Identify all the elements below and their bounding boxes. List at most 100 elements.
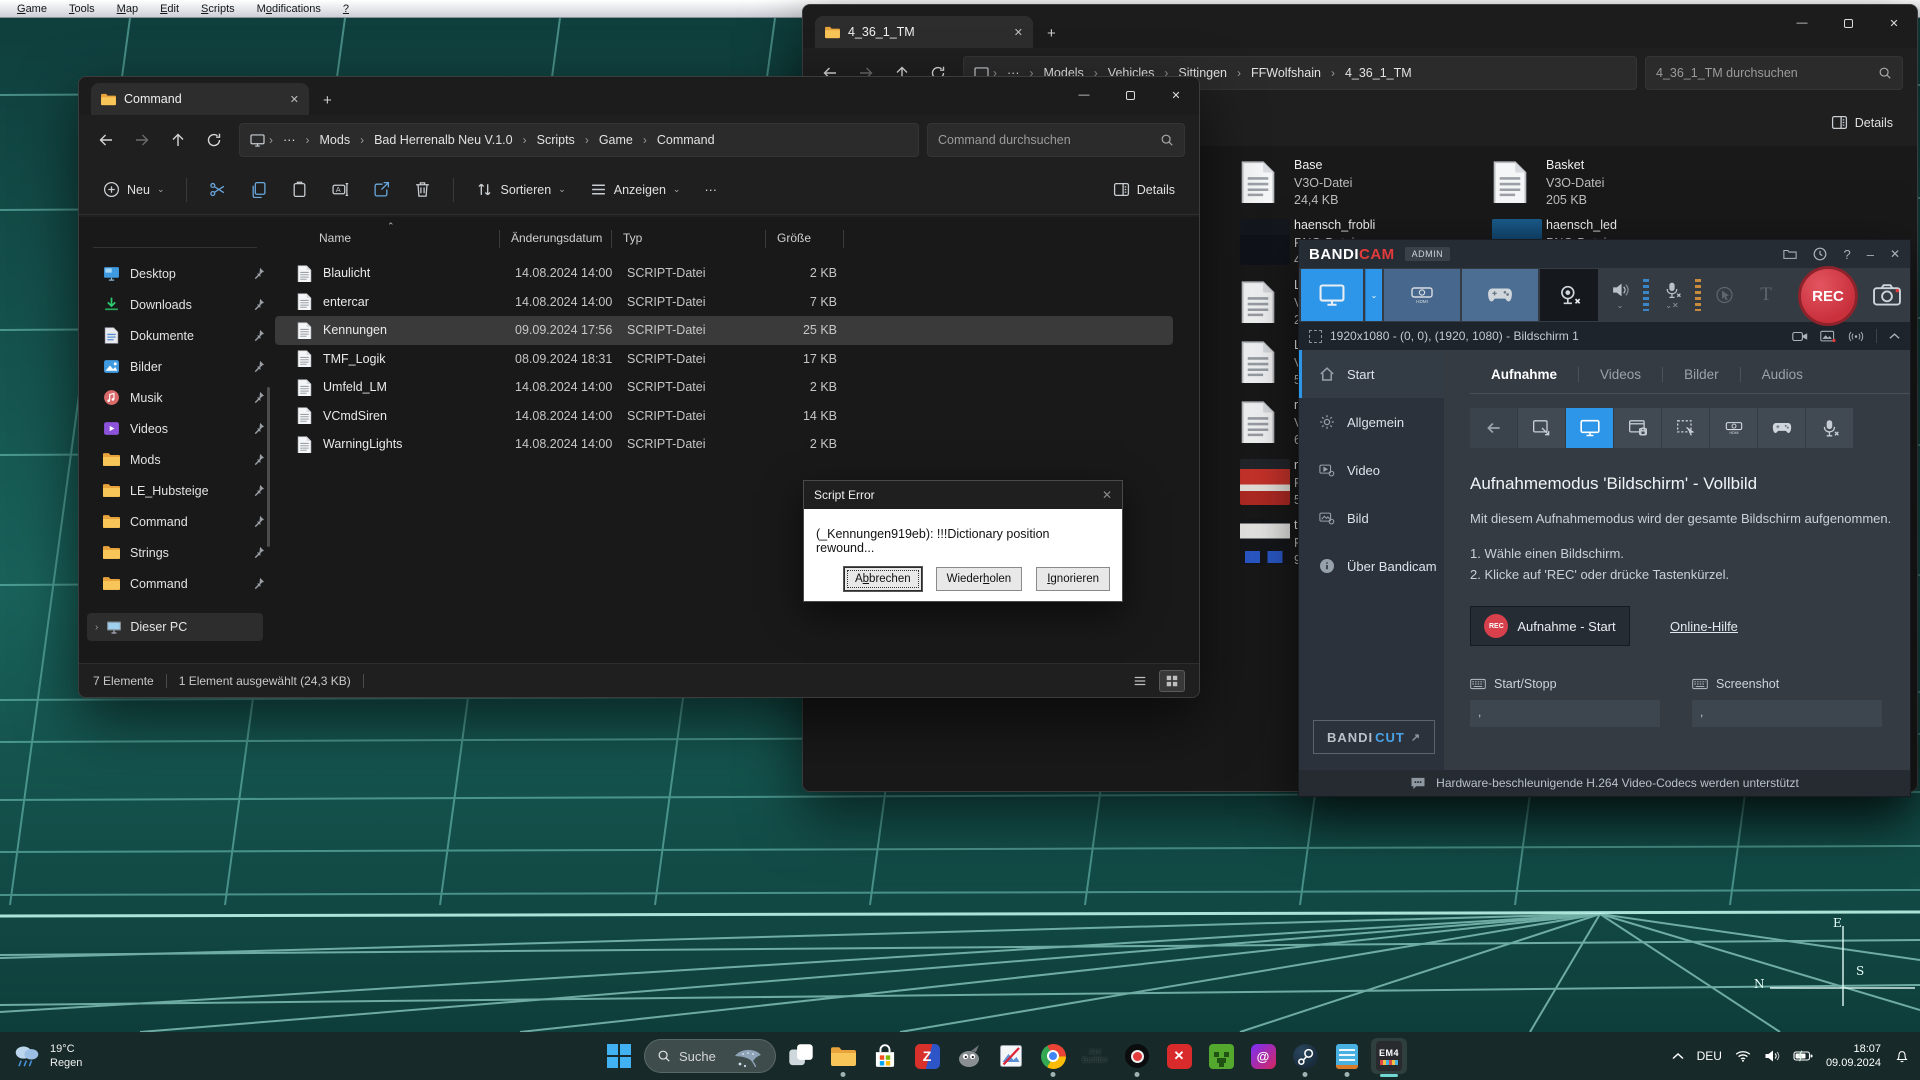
hotkey-start-stop-field[interactable]: , (1470, 700, 1660, 727)
column-size[interactable]: Größe (777, 231, 811, 245)
taskbar-icon-ani-builder[interactable]: Ani Builder (1074, 1033, 1116, 1079)
menu-item-4[interactable]: Scripts (190, 3, 246, 15)
file-row-VCmdSiren[interactable]: VCmdSiren14.08.2024 14:00SCRIPT-Datei14 … (275, 402, 1173, 431)
screenshot-button[interactable] (1872, 282, 1902, 308)
bandicut-button[interactable]: BANDICUT↗ (1313, 720, 1435, 754)
file-row-TMF_Logik[interactable]: TMF_Logik08.09.2024 18:31SCRIPT-Datei17 … (275, 345, 1173, 374)
file-row-entercar[interactable]: entercar14.08.2024 14:00SCRIPT-Datei7 KB (275, 288, 1173, 317)
notification-bell-icon[interactable] (1894, 1049, 1910, 1063)
file-row-WarningLights[interactable]: WarningLights14.08.2024 14:00SCRIPT-Date… (275, 430, 1173, 459)
file-row-Umfeld_LM[interactable]: Umfeld_LM14.08.2024 14:00SCRIPT-Datei2 K… (275, 373, 1173, 402)
new-button[interactable]: Neu⌄ (93, 173, 174, 207)
sidebar-item-desktop[interactable]: Desktop (79, 258, 271, 289)
close-icon[interactable]: ✕ (1890, 247, 1900, 261)
forward-button[interactable] (125, 124, 159, 156)
taskbar-icon-notepad[interactable] (1326, 1033, 1368, 1079)
breadcrumb-item[interactable]: Mods (314, 131, 357, 149)
battery-icon[interactable] (1793, 1050, 1813, 1062)
cmd-search-box[interactable] (927, 123, 1185, 157)
window-capture-button[interactable] (1614, 408, 1661, 448)
bandicam-tab-aufnahme[interactable]: Aufnahme (1470, 367, 1578, 382)
maximize-button[interactable] (1825, 5, 1871, 41)
sidebar-item-dokumente[interactable]: Dokumente (79, 320, 271, 351)
back-button[interactable] (89, 124, 123, 156)
volume-icon[interactable] (1764, 1049, 1780, 1063)
game-record-mode-button[interactable] (1462, 269, 1538, 321)
fullscreen-monitor-button[interactable] (1566, 408, 1613, 448)
refresh-button[interactable] (197, 124, 231, 156)
text-overlay-button[interactable]: T (1746, 269, 1786, 321)
details-button[interactable]: Details (1821, 106, 1903, 140)
image-capture-icon[interactable] (1820, 330, 1836, 343)
menu-item-0[interactable]: Game (6, 3, 58, 15)
paste-button[interactable] (281, 173, 318, 207)
explorer-window-command[interactable]: Command ✕ + — ✕ ›···›Mods›Bad Herrenalb … (78, 76, 1200, 698)
taskbar-icon-z-photo-app[interactable]: Z (906, 1033, 948, 1079)
wifi-icon[interactable] (1735, 1049, 1751, 1063)
tm-search-box[interactable] (1645, 56, 1903, 90)
close-button[interactable]: ✕ (1871, 5, 1917, 41)
bandicam-tab-audios[interactable]: Audios (1741, 367, 1824, 382)
rec-button[interactable]: REC (1798, 266, 1858, 326)
video-capture-icon[interactable] (1792, 330, 1808, 343)
region-cursor-button[interactable] (1662, 408, 1709, 448)
cmd-tab[interactable]: Command ✕ (91, 83, 309, 115)
mouse-effect-button[interactable] (1704, 269, 1744, 321)
new-tab-button[interactable]: + (1047, 25, 1056, 42)
tile-Base[interactable]: BaseV3O-Datei24,4 KB (1240, 155, 1490, 215)
tab-close-icon[interactable]: ✕ (1014, 26, 1023, 39)
weather-widget[interactable]: 19°C Regen (12, 1032, 82, 1080)
online-help-link[interactable]: Online-Hilfe (1670, 619, 1738, 634)
sidebar-item-mods[interactable]: Mods (79, 444, 271, 475)
taskbar-search[interactable] (644, 1039, 776, 1073)
up-button[interactable] (161, 124, 195, 156)
tray-overflow-icon[interactable] (1672, 1052, 1684, 1060)
taskbar-icon-community-app[interactable]: @ (1242, 1033, 1284, 1079)
sidebar-item-musik[interactable]: Musik (79, 382, 271, 413)
share-button[interactable] (363, 173, 400, 207)
maximize-button[interactable] (1107, 77, 1153, 113)
breadcrumb-item[interactable]: 4_36_1_TM (1339, 64, 1418, 82)
tm-search-input[interactable] (1656, 66, 1878, 80)
more-button[interactable]: ··· (694, 173, 727, 207)
details-button[interactable]: Details (1103, 173, 1185, 207)
menu-item-2[interactable]: Map (106, 3, 149, 15)
taskbar-icon-minecraft[interactable] (1200, 1033, 1242, 1079)
bandicam-window[interactable]: BANDICAM ADMIN ? – ✕ ⌄ HDMI ⌄ ⌄✕ T REC (1298, 239, 1911, 797)
taskbar-icon-close-x-app[interactable]: ✕ (1158, 1033, 1200, 1079)
breadcrumb-item[interactable]: Game (593, 131, 639, 149)
sidebar-item-videos[interactable]: Videos (79, 413, 271, 444)
new-tab-button[interactable]: + (323, 92, 332, 109)
broadcast-icon[interactable] (1848, 330, 1864, 343)
minimize-button[interactable]: — (1779, 5, 1825, 41)
dialog-button-wiederholen[interactable]: Wiederholen (936, 567, 1023, 591)
dialog-close-icon[interactable]: ✕ (1102, 488, 1112, 502)
taskbar-icon-task-view[interactable] (780, 1033, 822, 1079)
menu-item-6[interactable]: ? (332, 3, 360, 15)
screen-record-mode-button[interactable] (1301, 269, 1363, 321)
sidebar-item-command[interactable]: Command (79, 568, 271, 599)
taskbar-icon-steam[interactable] (1284, 1033, 1326, 1079)
output-folder-icon[interactable] (1783, 247, 1797, 261)
taskbar-icon-bandicam[interactable] (1116, 1033, 1158, 1079)
view-button[interactable]: Anzeigen⌄ (580, 173, 691, 207)
breadcrumb-item[interactable]: FFWolfshain (1245, 64, 1327, 82)
dialog-button-abbrechen[interactable]: Abbrechen (844, 567, 922, 591)
taskbar-icon-image-editor[interactable] (990, 1033, 1032, 1079)
bandicam-tab-videos[interactable]: Videos (1579, 367, 1662, 382)
column-name[interactable]: Name (319, 231, 351, 245)
audio-capture-button[interactable] (1806, 408, 1853, 448)
bandicam-sidebar-bild[interactable]: Bild (1299, 494, 1444, 542)
hdmi-capture-button[interactable]: HDMI (1710, 408, 1757, 448)
webcam-button[interactable] (1540, 269, 1598, 321)
sidebar-scrollbar[interactable] (267, 387, 270, 547)
rename-button[interactable]: A (322, 173, 359, 207)
sidebar-item-downloads[interactable]: Downloads (79, 289, 271, 320)
file-row-Blaulicht[interactable]: Blaulicht14.08.2024 14:00SCRIPT-Datei2 K… (275, 259, 1173, 288)
sidebar-item-strings[interactable]: Strings (79, 537, 271, 568)
language-indicator[interactable]: DEU (1697, 1049, 1722, 1063)
menu-item-3[interactable]: Edit (149, 3, 190, 15)
speaker-button[interactable]: ⌄ (1600, 269, 1640, 321)
sidebar-item-le_hubsteige[interactable]: LE_Hubsteige (79, 475, 271, 506)
sort-button[interactable]: Sortieren⌄ (466, 173, 575, 207)
